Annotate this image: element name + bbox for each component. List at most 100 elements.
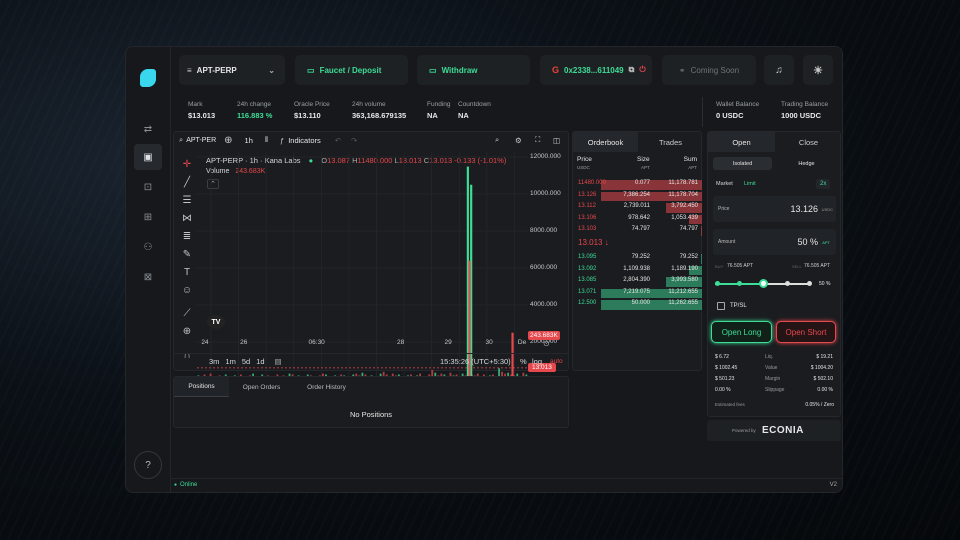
orderbook-sum: 1,189.190: [671, 265, 698, 272]
power-icon[interactable]: ⏻: [639, 65, 645, 75]
redo-icon[interactable]: ↷: [351, 136, 357, 145]
sidebar-item-referral[interactable]: ⚇: [134, 234, 162, 260]
ask-row[interactable]: 13.126 7,386.254 11,178.704: [573, 191, 702, 201]
orderbook-price: 13.085: [578, 277, 597, 283]
isolated-button[interactable]: Isolated: [713, 157, 772, 170]
tab-trades[interactable]: Trades: [638, 132, 703, 152]
emoji-tool-icon[interactable]: ☺: [180, 285, 194, 296]
slider-tick: [807, 281, 812, 286]
econia-logo: ECONIA: [762, 425, 804, 436]
quick-search-icon[interactable]: ⌕: [495, 135, 499, 145]
indicators-icon[interactable]: ƒ: [280, 136, 284, 145]
text-tool-icon[interactable]: T: [180, 267, 194, 278]
indicators-button[interactable]: Indicators: [288, 136, 321, 145]
chart-symbol[interactable]: APT-PER: [186, 137, 216, 144]
range-5d[interactable]: 5d: [242, 357, 250, 366]
fullscreen-icon[interactable]: ⛶: [535, 135, 540, 145]
leverage-selector[interactable]: 2x: [816, 179, 831, 189]
bid-row[interactable]: 13.071 7,219.075 11,212.655: [573, 288, 702, 298]
search-icon[interactable]: ⌕: [179, 135, 183, 145]
sidebar-item-rewards[interactable]: ⊠: [134, 264, 162, 290]
sidebar-item-trade[interactable]: ▣: [134, 144, 162, 170]
bid-row[interactable]: 12.500 50.000 11,262.655: [573, 300, 702, 310]
add-compare-icon[interactable]: ⊕: [224, 135, 232, 146]
summary-r: $ 19.21: [816, 354, 833, 360]
crosshair-tool-icon[interactable]: ✛: [180, 159, 194, 170]
x-tick-label: 29: [444, 339, 452, 346]
users-icon: ⚇: [143, 241, 153, 253]
ruler-tool-icon[interactable]: ⟋: [180, 308, 194, 319]
help-button[interactable]: ?: [134, 451, 162, 479]
wallet-address-button[interactable]: G 0x2338...611049 ⧉ ⏻: [540, 55, 652, 85]
tab-close[interactable]: Close: [775, 132, 842, 152]
summary-m: Slippage: [765, 387, 785, 393]
sidebar-item-swap[interactable]: ⇄: [134, 116, 162, 142]
date-range-icon[interactable]: ▤: [275, 357, 282, 366]
undo-icon[interactable]: ↶: [335, 136, 341, 145]
market-order-tab[interactable]: Market: [716, 181, 733, 187]
orderbook-price: 13.126: [578, 191, 597, 198]
summary-row: $ 6.72 Liq. $ 19.21: [715, 354, 833, 364]
open-short-button[interactable]: Open Short: [776, 321, 836, 343]
ask-row[interactable]: 11480.000 0.077 11,178.781: [573, 180, 702, 190]
price-input[interactable]: Price 13.126 USDC: [713, 196, 836, 222]
summary-row: 0.00 % Slippage 0.00 %: [715, 387, 833, 397]
limit-order-tab[interactable]: Limit: [744, 181, 756, 187]
open-long-button[interactable]: Open Long: [711, 321, 772, 343]
range-1d[interactable]: 1d: [256, 357, 264, 366]
sun-icon: ☀: [813, 64, 823, 77]
bid-row[interactable]: 13.085 2,804.390 3,993.580: [573, 277, 702, 287]
orderbook-sum: 11,212.655: [668, 288, 698, 295]
withdraw-button[interactable]: ▭ Withdraw: [417, 55, 530, 85]
range-1m[interactable]: 1m: [225, 357, 235, 366]
notifications-button[interactable]: ♫: [764, 55, 794, 85]
ask-row[interactable]: 13.112 2,739.011 3,792.450: [573, 203, 702, 213]
faucet-deposit-button[interactable]: ▭ Faucet / Deposit: [295, 55, 408, 85]
sidebar-item-stake[interactable]: ⊡: [134, 174, 162, 200]
candle-type-icon[interactable]: ⫴: [265, 135, 268, 145]
interval-button[interactable]: 1h: [245, 136, 253, 145]
copy-icon[interactable]: ⧉: [629, 65, 635, 75]
range-3m[interactable]: 3m: [209, 357, 219, 366]
google-icon: G: [552, 65, 560, 75]
ask-row[interactable]: 13.106 978.642 1,053.439: [573, 214, 702, 224]
coming-soon-button[interactable]: ⚭ Coming Soon: [662, 55, 756, 85]
log-scale-toggle[interactable]: log: [532, 357, 542, 366]
fib-tool-icon[interactable]: ≣: [180, 231, 194, 242]
orderbook-sum: 11,262.655: [668, 300, 698, 306]
zoom-tool-icon[interactable]: ⊕: [180, 326, 194, 337]
amount-slider[interactable]: [715, 279, 812, 288]
auto-scale-toggle[interactable]: auto: [550, 358, 563, 365]
settings-icon[interactable]: ⚙: [515, 136, 522, 145]
summary-l: $ 1002.45: [715, 365, 738, 371]
tab-open[interactable]: Open: [708, 132, 775, 152]
trend-line-tool-icon[interactable]: ╱: [180, 177, 194, 188]
brush-tool-icon[interactable]: ✎: [180, 249, 194, 260]
slider-thumb[interactable]: [759, 279, 768, 288]
stat-funding: Funding NA: [427, 101, 451, 120]
percent-scale-toggle[interactable]: %: [520, 357, 527, 366]
orderbook-sum: 11,178.781: [668, 180, 698, 186]
go-to-date-icon[interactable]: ⊙: [543, 339, 550, 348]
orderbook-size: 2,739.011: [623, 203, 650, 209]
tab-open-orders[interactable]: Open Orders: [234, 377, 289, 397]
sidebar-item-vault[interactable]: ⊞: [134, 204, 162, 230]
tab-order-history[interactable]: Order History: [299, 377, 354, 397]
tab-positions[interactable]: Positions: [174, 377, 229, 397]
orderbook-price: 13.112: [578, 203, 596, 209]
theme-toggle-button[interactable]: ☀: [803, 55, 833, 85]
tpsl-checkbox[interactable]: [717, 302, 725, 310]
bid-row[interactable]: 13.092 1,109.938 1,189.190: [573, 265, 702, 275]
pair-selector[interactable]: ≡ APT-PERP ⌄: [179, 55, 285, 85]
tab-orderbook[interactable]: Orderbook: [573, 132, 638, 152]
bid-row[interactable]: 13.095 79.252 79.252: [573, 254, 702, 264]
topbar: ≡ APT-PERP ⌄ ▭ Faucet / Deposit ▭ Withdr…: [179, 55, 842, 85]
swap-icon: ⇄: [143, 123, 153, 135]
amount-input[interactable]: Amount 50 % APT: [713, 229, 836, 255]
camera-icon[interactable]: ◫: [553, 136, 560, 145]
tpsl-label: TP/SL: [730, 303, 747, 309]
pitchfork-tool-icon[interactable]: ⋈: [180, 213, 194, 224]
ask-row[interactable]: 13.103 74.797 74.797: [573, 226, 702, 236]
horizontal-lines-tool-icon[interactable]: ☰: [180, 195, 194, 206]
hedge-button[interactable]: Hedge: [777, 157, 836, 170]
